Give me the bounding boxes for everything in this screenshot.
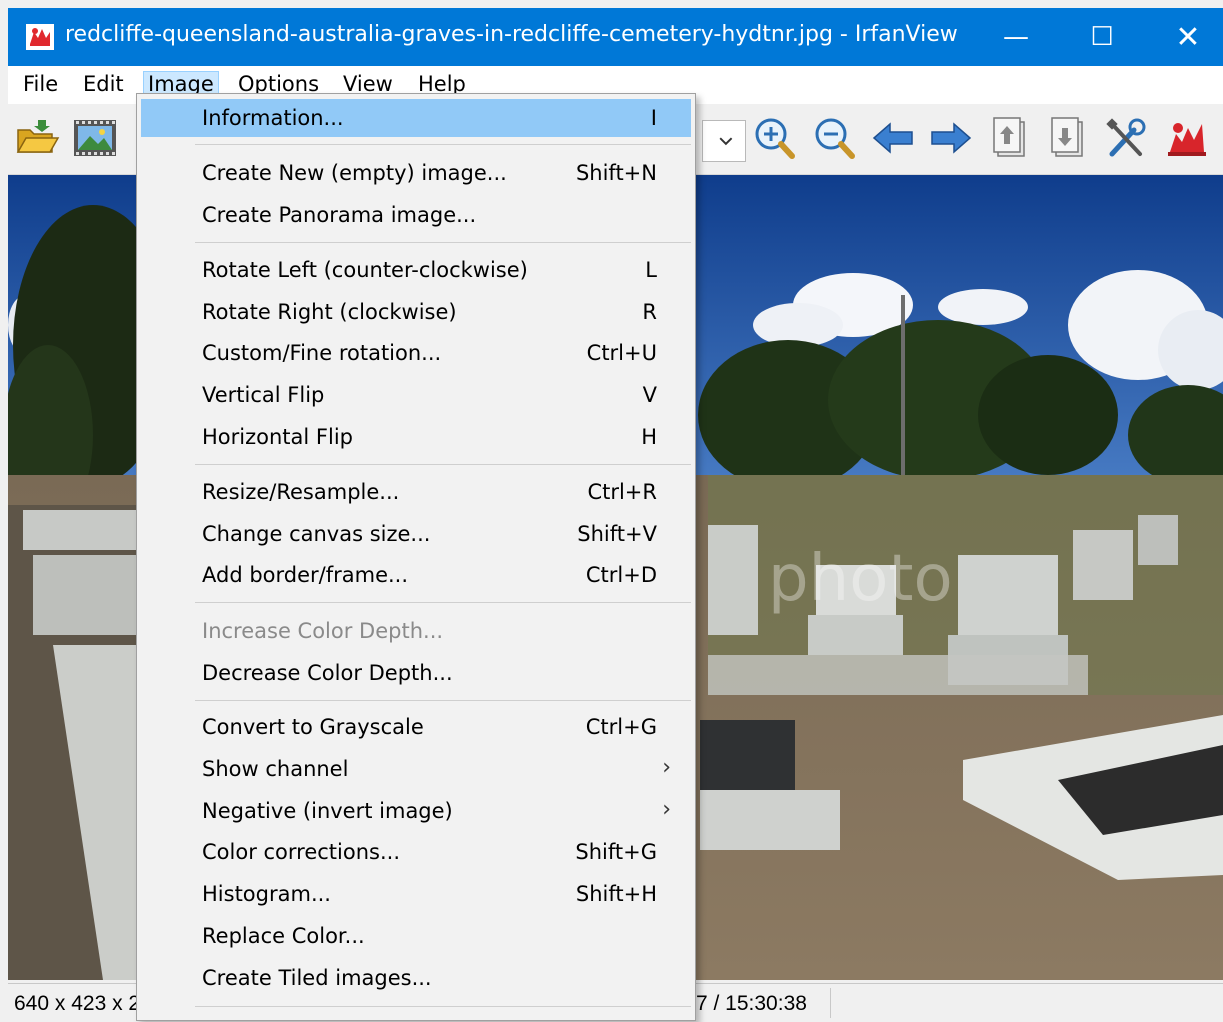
status-datetime: 7 / 15:30:38 (696, 992, 807, 1015)
menu-separator (195, 242, 691, 243)
page-down-icon[interactable] (1046, 116, 1092, 160)
menu-item-show-channel[interactable]: Show channel › (141, 750, 691, 788)
menu-item-shortcut: R (642, 300, 657, 324)
menu-item-label: Convert to Grayscale (202, 715, 424, 739)
menu-item-label: Create New (empty) image... (202, 161, 507, 185)
menu-item-decrease-color-depth[interactable]: Decrease Color Depth... (141, 654, 691, 692)
menu-item-shortcut: V (642, 383, 657, 407)
menu-item-increase-color-depth: Increase Color Depth... (141, 612, 691, 650)
image-menu-dropdown: Information... I Create New (empty) imag… (136, 93, 696, 1021)
menu-item-shortcut: I (650, 106, 657, 130)
submenu-arrow-icon: › (662, 797, 671, 822)
menu-item-change-canvas-size[interactable]: Change canvas size... Shift+V (141, 515, 691, 553)
status-separator (830, 988, 831, 1018)
title-bar: redcliffe-queensland-australia-graves-in… (8, 8, 1223, 66)
irfanview-logo-icon[interactable] (1164, 116, 1210, 160)
menu-item-label: Change canvas size... (202, 522, 431, 546)
menu-item-create-panorama[interactable]: Create Panorama image... (141, 196, 691, 234)
chevron-down-icon (719, 137, 733, 146)
menu-item-shortcut: Shift+N (575, 161, 657, 185)
menu-item-label: Resize/Resample... (202, 480, 400, 504)
menu-item-convert-grayscale[interactable]: Convert to Grayscale Ctrl+G (141, 708, 691, 746)
menu-item-resize-resample[interactable]: Resize/Resample... Ctrl+R (141, 473, 691, 511)
menu-item-label: Replace Color... (202, 924, 365, 948)
menu-item-rotate-right[interactable]: Rotate Right (clockwise) R (141, 293, 691, 331)
menu-item-label: Increase Color Depth... (202, 619, 444, 643)
open-folder-icon[interactable] (14, 116, 60, 160)
window-title: redcliffe-queensland-australia-graves-in… (65, 22, 958, 47)
menu-item-shortcut: Ctrl+G (585, 715, 657, 739)
menu-item-label: Create Panorama image... (202, 203, 477, 227)
menu-item-label: Vertical Flip (202, 383, 325, 407)
status-dimensions: 640 x 423 x 2 (14, 992, 141, 1015)
minimize-button[interactable]: — (973, 8, 1059, 66)
menu-item-add-border[interactable]: Add border/frame... Ctrl+D (141, 556, 691, 594)
close-button[interactable]: ✕ (1145, 8, 1223, 66)
menu-item-shortcut: Ctrl+U (586, 341, 657, 365)
menu-item-create-new-image[interactable]: Create New (empty) image... Shift+N (141, 154, 691, 192)
menu-item-label: Negative (invert image) (202, 799, 453, 823)
next-icon[interactable] (928, 116, 974, 160)
menu-separator (195, 700, 691, 701)
menu-item-shortcut: H (641, 425, 657, 449)
menu-item-negative[interactable]: Negative (invert image) › (141, 792, 691, 830)
irfanview-app-icon (26, 24, 54, 50)
menu-item-shortcut: L (645, 258, 657, 282)
menu-item-label: Horizontal Flip (202, 425, 353, 449)
menu-item-label: Histogram... (202, 882, 331, 906)
menu-item-shortcut: Ctrl+R (587, 480, 657, 504)
menu-separator (195, 464, 691, 465)
settings-tools-icon[interactable] (1104, 116, 1150, 160)
menu-item-histogram[interactable]: Histogram... Shift+H (141, 875, 691, 913)
menu-item-shortcut: Shift+G (575, 840, 657, 864)
menu-item-color-corrections[interactable]: Color corrections... Shift+G (141, 833, 691, 871)
menu-separator (195, 602, 691, 603)
menu-item-create-tiled-images[interactable]: Create Tiled images... (141, 959, 691, 997)
menu-item-label: Rotate Right (clockwise) (202, 300, 457, 324)
menu-edit[interactable]: Edit (83, 72, 124, 96)
menu-item-custom-rotation[interactable]: Custom/Fine rotation... Ctrl+U (141, 334, 691, 372)
page-up-icon[interactable] (988, 116, 1034, 160)
menu-item-label: Decrease Color Depth... (202, 661, 453, 685)
zoom-in-icon[interactable] (752, 116, 798, 160)
menu-item-label: Rotate Left (counter-clockwise) (202, 258, 528, 282)
maximize-button[interactable]: ☐ (1059, 8, 1145, 66)
menu-separator (195, 144, 691, 145)
zoom-out-icon[interactable] (812, 116, 858, 160)
menu-item-vertical-flip[interactable]: Vertical Flip V (141, 376, 691, 414)
menu-item-horizontal-flip[interactable]: Horizontal Flip H (141, 418, 691, 456)
menu-separator (195, 1006, 691, 1007)
menu-item-rotate-left[interactable]: Rotate Left (counter-clockwise) L (141, 251, 691, 289)
menu-item-replace-color[interactable]: Replace Color... (141, 917, 691, 955)
submenu-arrow-icon: › (662, 755, 671, 780)
menu-item-label: Information... (202, 106, 344, 130)
watermark-text: photo (768, 542, 953, 616)
previous-icon[interactable] (870, 116, 916, 160)
menu-item-shortcut: Shift+H (575, 882, 657, 906)
zoom-combo[interactable] (702, 120, 746, 162)
menu-item-label: Create Tiled images... (202, 966, 432, 990)
menu-item-label: Color corrections... (202, 840, 400, 864)
menu-file[interactable]: File (23, 72, 58, 96)
slideshow-icon[interactable] (72, 116, 118, 160)
menu-item-information[interactable]: Information... I (141, 99, 691, 137)
menu-item-shortcut: Ctrl+D (585, 563, 657, 587)
menu-item-shortcut: Shift+V (577, 522, 657, 546)
menu-item-label: Add border/frame... (202, 563, 409, 587)
menu-item-label: Custom/Fine rotation... (202, 341, 442, 365)
menu-item-label: Show channel (202, 757, 349, 781)
